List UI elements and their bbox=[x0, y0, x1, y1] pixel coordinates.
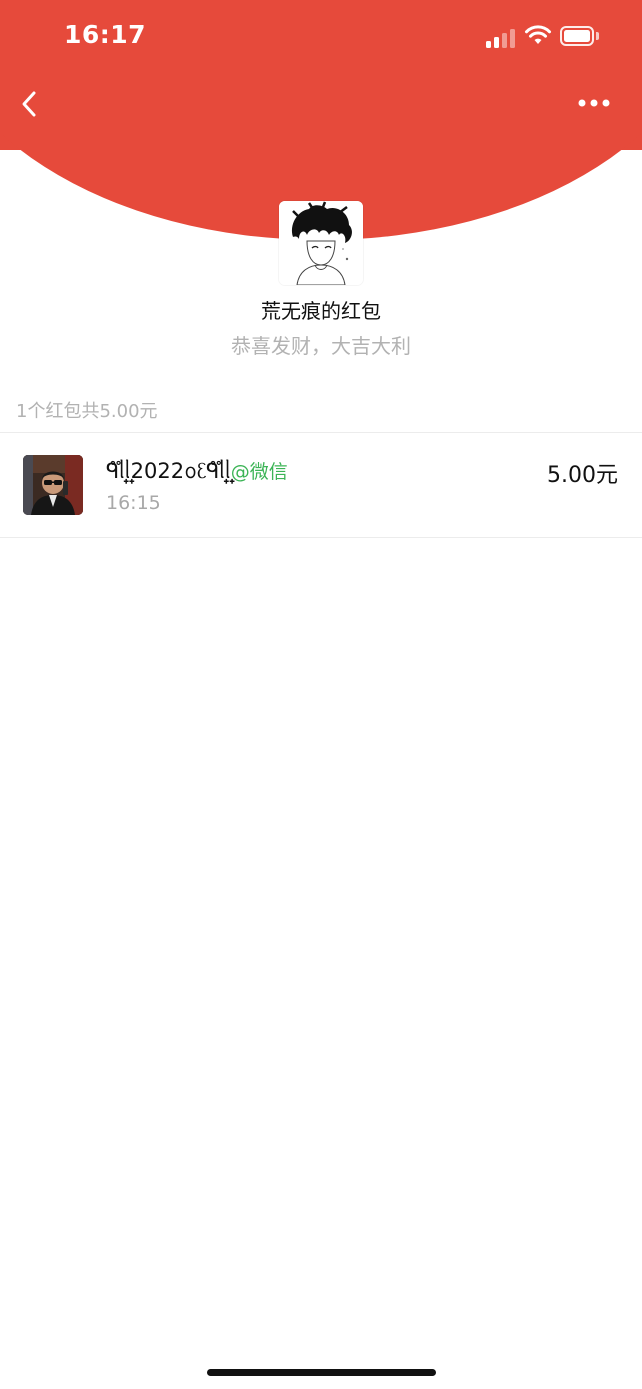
back-button[interactable] bbox=[12, 86, 48, 122]
receiver-name-line: ᑫ᩠ᩴᥣ᩠ᩴᥣ2022ᩅᦷᑫ᩠ᩴᥣ᩠ᩴᥣ@微信 bbox=[106, 456, 288, 489]
red-packet-detail-screen: 16:17 荒无痕的红包 恭喜发财，大吉大利 1个红包共5.00元 ᑫ᩠ᩴᥣ᩠ᩴ… bbox=[0, 0, 642, 1389]
receive-amount: 5.00元 bbox=[547, 463, 618, 488]
list-item[interactable]: ᑫ᩠ᩴᥣ᩠ᩴᥣ2022ᩅᦷᑫ᩠ᩴᥣ᩠ᩴᥣ@微信 16:15 5.00元 bbox=[0, 434, 642, 537]
cellular-signal-icon bbox=[486, 26, 518, 48]
receiver-avatar[interactable] bbox=[23, 455, 83, 515]
red-packet-wish: 恭喜发财，大吉大利 bbox=[231, 334, 411, 358]
red-packet-summary: 1个红包共5.00元 bbox=[16, 401, 158, 422]
battery-icon bbox=[560, 26, 594, 46]
wifi-icon bbox=[525, 25, 551, 44]
battery-tip bbox=[596, 32, 599, 40]
sender-avatar[interactable] bbox=[279, 201, 363, 285]
home-indicator[interactable] bbox=[207, 1369, 436, 1376]
red-packet-title: 荒无痕的红包 bbox=[261, 299, 381, 323]
row-divider bbox=[0, 537, 642, 538]
more-button[interactable] bbox=[574, 88, 614, 118]
receive-time: 16:15 bbox=[106, 492, 161, 514]
receiver-name: ᑫ᩠ᩴᥣ᩠ᩴᥣ2022ᩅᦷᑫ᩠ᩴᥣ᩠ᩴᥣ bbox=[106, 459, 231, 483]
status-time: 16:17 bbox=[64, 20, 147, 49]
receiver-source: @微信 bbox=[230, 461, 288, 483]
summary-divider bbox=[0, 432, 642, 433]
